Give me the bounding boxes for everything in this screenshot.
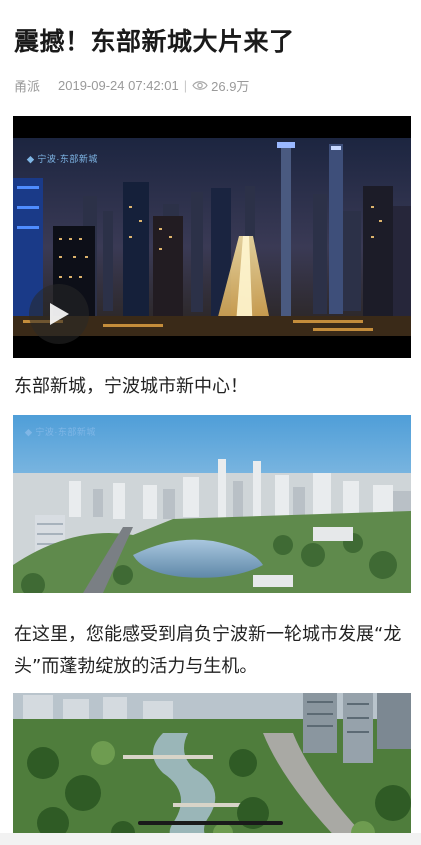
play-icon	[50, 303, 69, 325]
paragraph-2: 在这里，您能感受到肩负宁波新一轮城市发展“龙头”而蓬勃绽放的活力与生机。	[14, 624, 402, 677]
view-count: 26.9万	[211, 78, 250, 94]
article-meta: 甬派 2019-09-24 07:42:01 | 26.9万	[14, 75, 249, 95]
home-indicator[interactable]	[138, 821, 283, 825]
author-name[interactable]: 甬派	[14, 76, 40, 95]
article-image-1[interactable]: ◆ 宁波·东部新城	[13, 415, 411, 593]
publish-time: 2019-09-24 07:42:01	[58, 77, 179, 93]
video-player[interactable]: ◆ 宁波·东部新城	[13, 116, 411, 358]
logo-icon: ◆	[25, 427, 33, 437]
article-title: 震撼！东部新城大片来了	[14, 27, 295, 56]
meta-separator: |	[183, 77, 188, 93]
eye-icon	[192, 80, 208, 91]
paragraph-1: 东部新城，宁波城市新中心！	[14, 376, 248, 397]
logo-icon: ◆	[27, 154, 35, 164]
image-watermark: ◆ 宁波·东部新城	[25, 427, 96, 437]
bottom-bar	[0, 833, 421, 845]
video-watermark: ◆ 宁波·东部新城	[27, 154, 98, 164]
play-button[interactable]	[29, 284, 89, 344]
